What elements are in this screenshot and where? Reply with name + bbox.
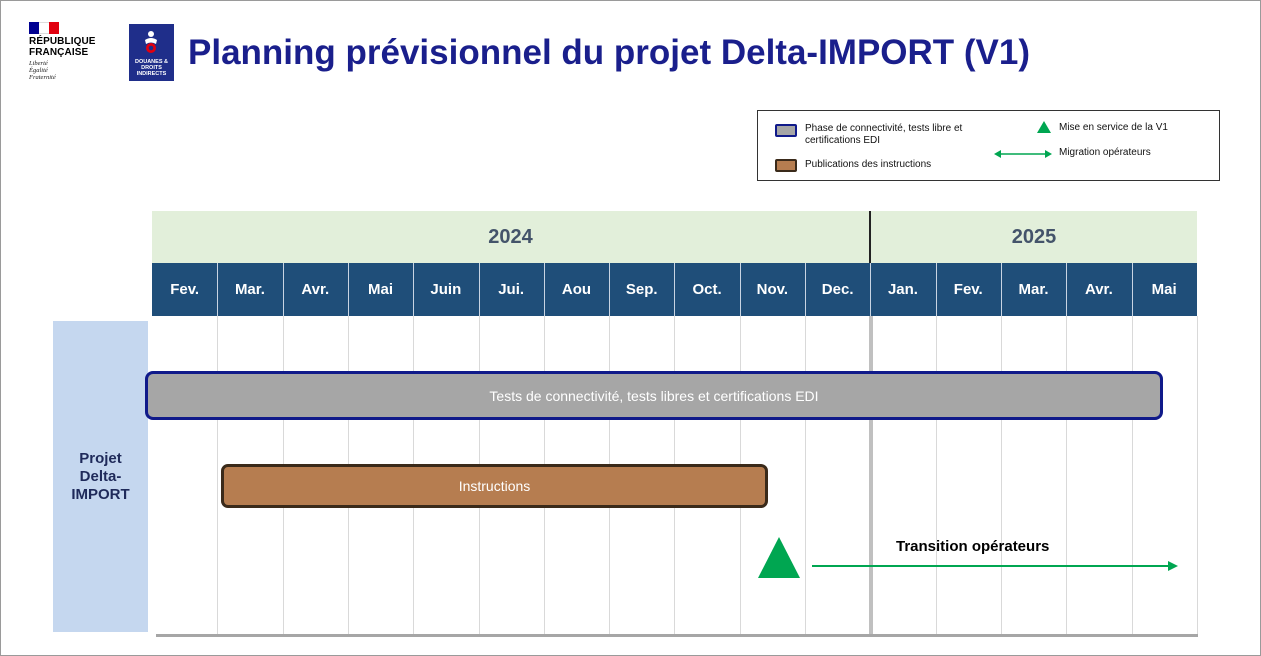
- bar-instructions-label: Instructions: [458, 478, 531, 494]
- rf-title-line1: RÉPUBLIQUE: [29, 36, 96, 47]
- french-flag-icon: [29, 22, 59, 34]
- slide-frame: [0, 0, 1261, 656]
- rf-motto-liberte: Liberté: [29, 60, 48, 67]
- legend-mise-en-service-label: Mise en service de la V1: [1059, 122, 1168, 133]
- month-cell: Mar.: [234, 281, 265, 298]
- rf-motto-egalite: Égalité: [29, 67, 48, 74]
- month-cell: Mar.: [1018, 281, 1049, 298]
- rf-motto: Liberté Égalité Fraternité: [29, 60, 109, 81]
- year-2024: 2024: [152, 211, 869, 263]
- month-cell: Dec.: [821, 281, 854, 298]
- month-separator: [543, 263, 545, 316]
- year-2025-label: 2025: [1011, 225, 1057, 248]
- year-2025: 2025: [871, 211, 1197, 263]
- month-cell: Sep.: [625, 281, 658, 298]
- month-cell: Juin: [430, 281, 462, 298]
- month-cell: Fev.: [170, 281, 200, 298]
- douanes-logo: DOUANES & DROITS INDIRECTS: [129, 24, 174, 81]
- grid-line: [936, 316, 937, 636]
- month-cell: Oct.: [692, 281, 722, 298]
- month-separator: [609, 263, 611, 316]
- month-cell: Mai: [1151, 281, 1177, 298]
- double-arrow-icon: [994, 150, 1052, 158]
- month-separator: [1131, 263, 1133, 316]
- month-cell: Mai: [368, 281, 394, 298]
- page-title: Planning prévisionnel du projet Delta-IM…: [188, 33, 1031, 72]
- republique-francaise-logo: RÉPUBLIQUE FRANÇAISE Liberté Égalité Fra…: [29, 22, 109, 81]
- rf-title-line2: FRANÇAISE: [29, 47, 89, 58]
- timeline-base-line: [156, 634, 1198, 637]
- bar-tests-connectivite: Tests de connectivité, tests libres et c…: [145, 371, 1163, 420]
- douanes-text: DOUANES & DROITS INDIRECTS: [134, 59, 168, 77]
- grid-line: [1001, 316, 1002, 636]
- bar-tests-label: Tests de connectivité, tests libres et c…: [489, 387, 819, 404]
- grid-line: [805, 316, 806, 636]
- month-cell: Aou: [561, 281, 592, 298]
- grid-line: [1132, 316, 1133, 636]
- month-cell: Fev.: [953, 281, 983, 298]
- legend-phase-swatch: [775, 124, 797, 137]
- month-separator: [282, 263, 284, 316]
- month-separator: [1066, 263, 1068, 316]
- grid-line: [1066, 316, 1067, 636]
- year-2024-label: 2024: [488, 225, 533, 248]
- month-separator: [739, 263, 741, 316]
- transition-label: Transition opérateurs: [896, 538, 1050, 555]
- project-label: Projet Delta-IMPORT: [53, 321, 148, 632]
- legend-publications-swatch: [775, 159, 797, 172]
- legend-phase-label: Phase de connectivité, tests libre et ce…: [805, 123, 963, 146]
- month-cell: Avr.: [1084, 281, 1113, 298]
- month-separator: [870, 263, 872, 316]
- legend-publications-label: Publications des instructions: [805, 159, 932, 170]
- month-separator: [478, 263, 480, 316]
- month-cell: Avr.: [301, 281, 330, 298]
- month-separator: [217, 263, 219, 316]
- year-divider: [869, 211, 871, 264]
- month-separator: [347, 263, 349, 316]
- month-cell: Jui.: [498, 281, 525, 298]
- month-separator: [805, 263, 806, 316]
- legend-migration-label: Migration opérateurs: [1059, 147, 1151, 158]
- project-label-text: Projet Delta-IMPORT: [71, 449, 130, 503]
- transition-arrow-icon: [812, 561, 1178, 571]
- month-cell: Nov.: [756, 281, 789, 298]
- month-separator: [1000, 263, 1002, 316]
- month-separator: [674, 263, 676, 316]
- milestone-mise-en-service-icon: [758, 537, 800, 578]
- grid-line: [217, 316, 218, 636]
- milestone-triangle-icon: [1037, 121, 1051, 133]
- legend: Phase de connectivité, tests libre et ce…: [757, 110, 1220, 181]
- bar-instructions: Instructions: [221, 464, 768, 508]
- month-separator: [935, 263, 937, 316]
- douanes-emblem-icon: [145, 31, 157, 53]
- rf-motto-fraternite: Fraternité: [29, 74, 56, 81]
- month-cell: Jan.: [887, 281, 918, 298]
- month-separator: [413, 263, 415, 316]
- grid-line: [1197, 316, 1198, 636]
- year-boundary-line: [869, 316, 873, 636]
